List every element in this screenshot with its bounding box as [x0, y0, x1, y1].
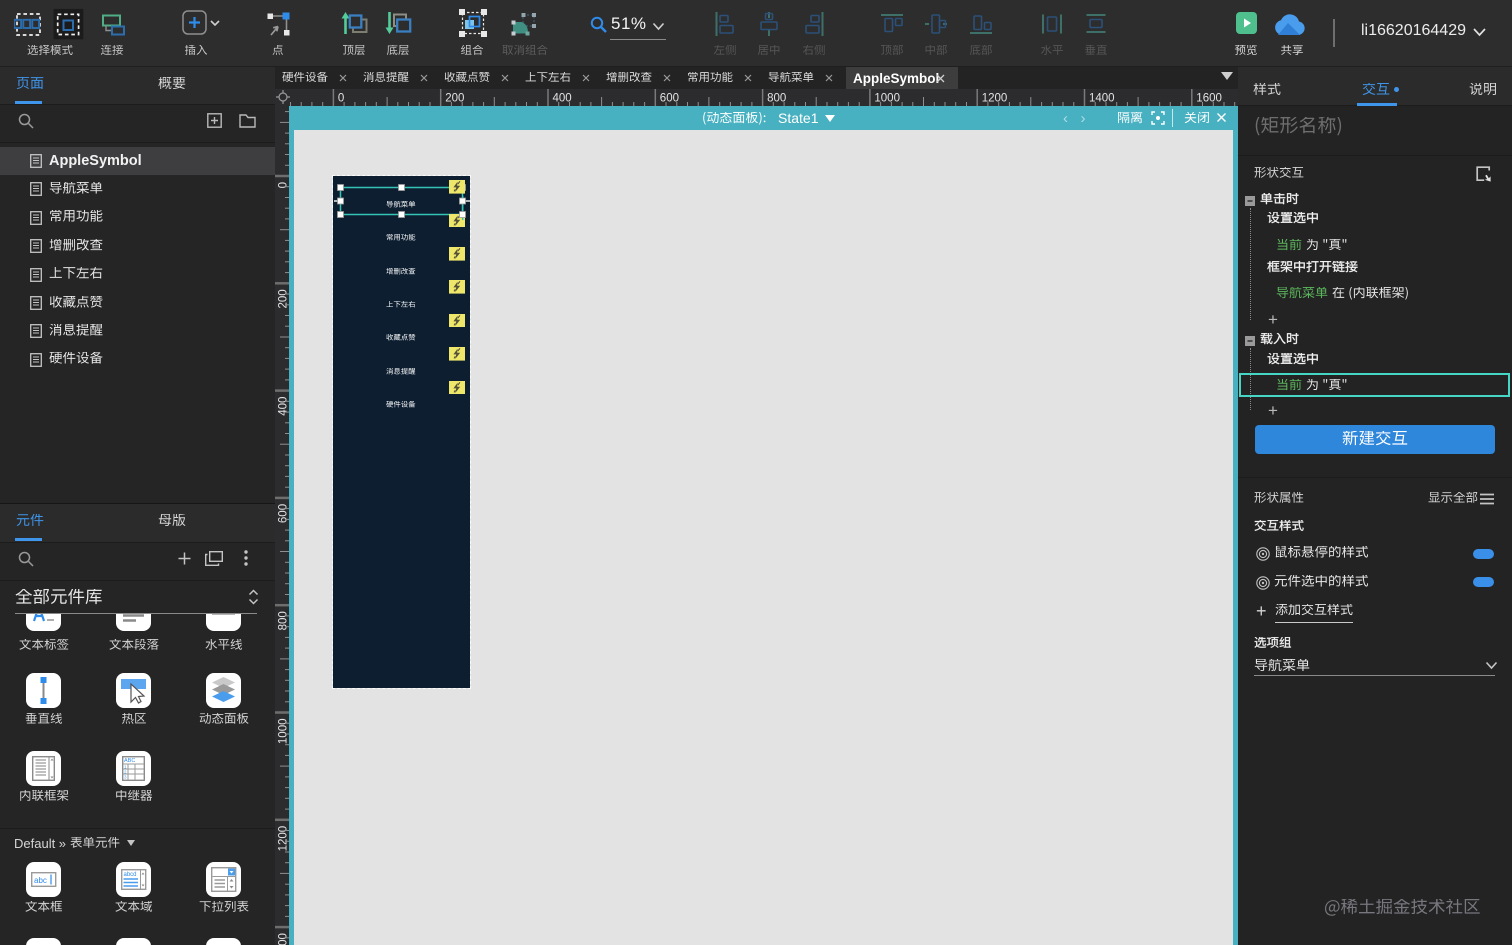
svg-text:abc: abc	[34, 876, 47, 885]
svg-text:1400: 1400	[278, 933, 290, 945]
svg-text:200: 200	[278, 289, 290, 308]
svg-text:1400: 1400	[1089, 93, 1115, 105]
svg-text:0: 0	[278, 182, 290, 188]
svg-text:600: 600	[278, 504, 290, 523]
svg-text:400: 400	[553, 93, 572, 105]
svg-text:400: 400	[278, 397, 290, 416]
svg-text:1600: 1600	[1196, 93, 1222, 105]
svg-text:800: 800	[767, 93, 786, 105]
svg-text:0: 0	[338, 93, 344, 105]
svg-text:1000: 1000	[278, 719, 290, 745]
svg-text:800: 800	[278, 611, 290, 630]
svg-text:1200: 1200	[982, 93, 1008, 105]
svg-text:abcd: abcd	[124, 872, 137, 878]
svg-text:1000: 1000	[874, 93, 900, 105]
svg-text:1200: 1200	[278, 826, 290, 852]
svg-text:200: 200	[445, 93, 464, 105]
svg-text:600: 600	[660, 93, 679, 105]
svg-text:ABC: ABC	[124, 758, 135, 764]
